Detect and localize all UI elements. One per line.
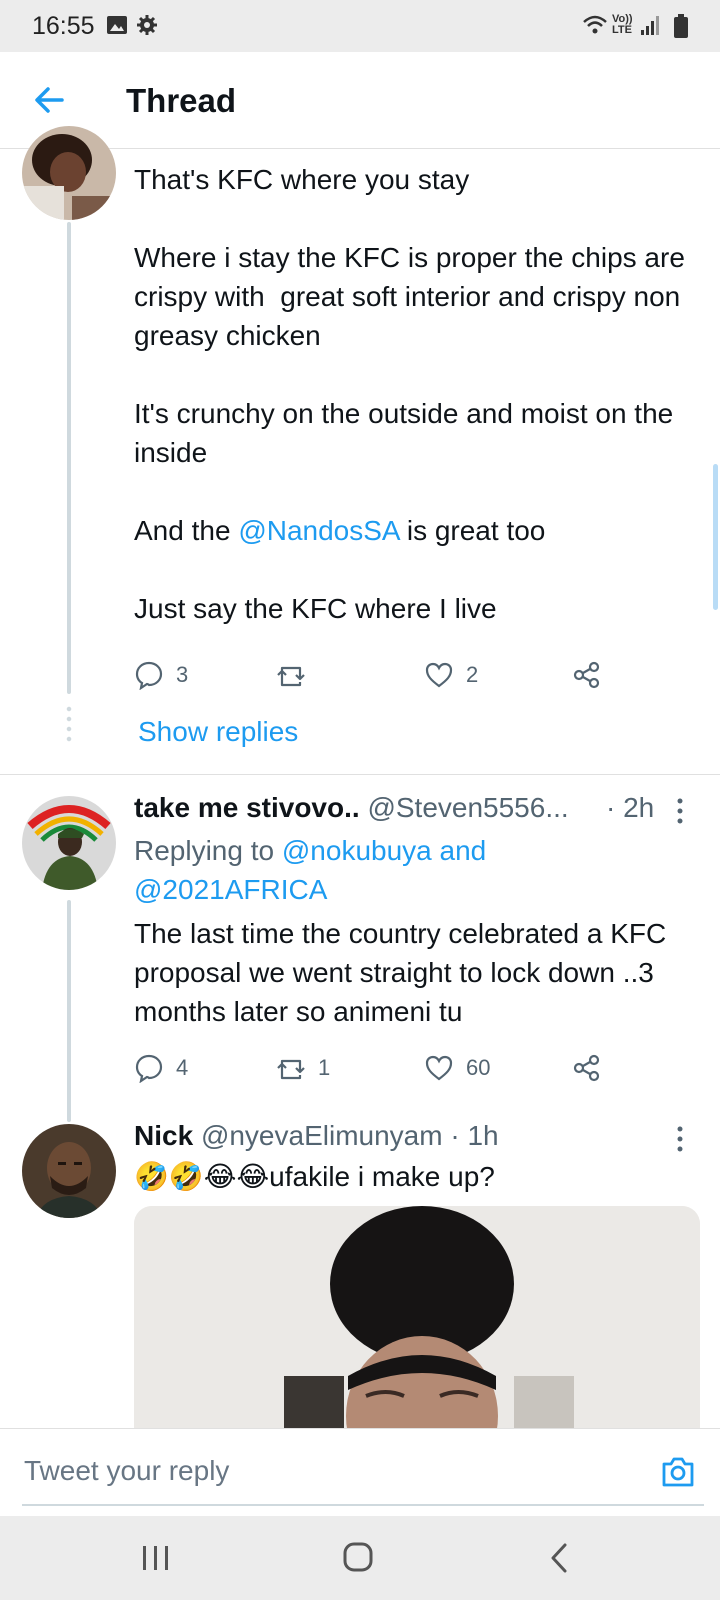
author-name[interactable]: Nick [134,1120,193,1151]
avatar[interactable] [22,126,116,220]
replying-to: Replying to @nokubuya and @2021AFRICA [134,831,554,909]
retweet-icon [277,1059,305,1080]
tweet-text: 🤣🤣😂😂ufakile i make up? [134,1157,694,1196]
avatar[interactable] [22,1124,116,1218]
status-bar: 16:55 Vo)) LTE [0,0,720,52]
signal-icon [641,16,659,35]
tweet-author-line: take me stivovo.. @Steven5556... [134,792,569,824]
author-handle[interactable]: @nyevaElimunyam [201,1120,443,1151]
avatar[interactable] [22,796,116,890]
settings-gear-icon [137,15,157,35]
share-action[interactable] [572,660,602,690]
like-action[interactable]: 2 [424,660,478,690]
reply-bubble-icon [135,661,163,690]
author-handle[interactable]: @Steven5556... [367,792,568,823]
retweet-action[interactable] [276,660,306,690]
more-options-icon[interactable] [672,796,688,826]
battery-icon [674,14,688,38]
emoji-text: 🤣🤣😂😂 [134,1161,270,1192]
tweet-time: · 2h [606,792,655,823]
home-icon[interactable] [338,1542,378,1574]
mention-link[interactable]: @NandosSA [238,515,399,546]
tweet-text-part: That's KFC where you stay Where i stay t… [134,164,685,546]
retweet-icon [277,666,305,687]
divider [0,774,720,775]
page-title: Thread [126,82,237,119]
tweet-media-image[interactable] [134,1206,700,1466]
thread-connector-line [67,222,71,694]
reply-action[interactable]: 4 [134,1053,188,1083]
replying-to-prefix: Replying to [134,835,282,866]
heart-icon [425,1055,453,1081]
recent-apps-icon[interactable] [136,1542,176,1574]
thread-header: Thread [0,52,720,149]
tweet-time: · 1h [450,1120,499,1151]
system-nav-bar [0,1516,720,1600]
heart-icon [425,662,453,688]
tweet-author-line: Nick @nyevaElimunyam · 1h [134,1120,499,1152]
tweet-text: That's KFC where you stay Where i stay t… [134,160,694,628]
like-count: 2 [466,662,479,687]
share-icon [573,661,600,689]
author-name[interactable]: take me stivovo.. [134,792,360,823]
thread-connector-line [67,900,71,1122]
tweet-text: The last time the country celebrated a K… [134,918,675,1027]
like-count: 60 [466,1055,491,1080]
reply-action[interactable]: 3 [134,660,188,690]
scroll-indicator[interactable] [713,464,718,610]
network-label: Vo)) LTE [612,13,633,36]
back-nav-icon[interactable] [540,1542,580,1574]
retweet-action[interactable]: 1 [276,1053,330,1083]
show-replies-link[interactable]: Show replies [138,716,298,748]
wifi-icon [583,15,607,34]
gallery-icon [107,16,127,34]
share-icon [573,1054,600,1082]
share-action[interactable] [572,1053,602,1083]
thread-dots [66,704,72,744]
reply-count: 4 [176,1055,189,1080]
reply-bubble-icon [135,1054,163,1083]
like-action[interactable]: 60 [424,1053,490,1083]
tweet-reply-input[interactable] [22,1438,704,1506]
tweet-text-part: ufakile i make up? [269,1161,495,1192]
back-arrow-icon[interactable] [30,80,70,120]
camera-icon[interactable] [660,1454,696,1490]
reply-count: 3 [176,662,189,687]
more-options-icon[interactable] [672,1124,688,1154]
retweet-count: 1 [318,1055,331,1080]
status-time: 16:55 [32,12,95,40]
